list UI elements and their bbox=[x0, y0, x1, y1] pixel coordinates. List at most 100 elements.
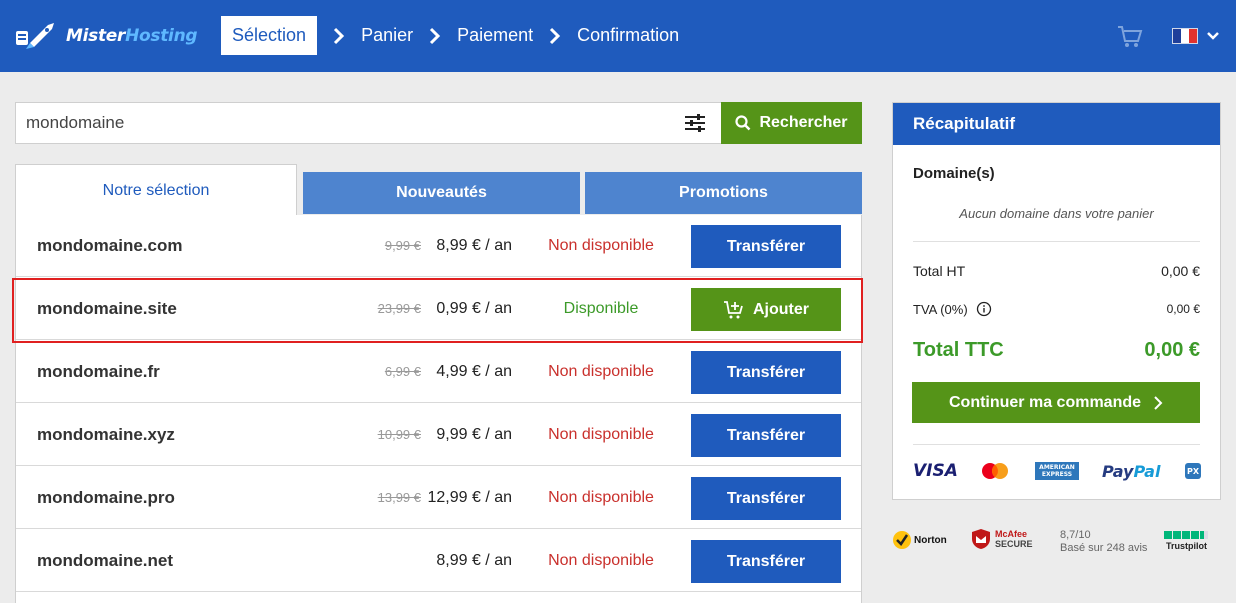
continue-order-button[interactable]: Continuer ma commande bbox=[912, 382, 1200, 423]
mcafee-line2: SECURE bbox=[995, 539, 1033, 549]
trustpilot-badge[interactable]: Trustpilot bbox=[1164, 531, 1209, 551]
tab-promotions[interactable]: Promotions bbox=[585, 172, 862, 214]
info-icon[interactable] bbox=[976, 301, 992, 317]
domain-row: mondomaine.pro 13,99 € 12,99 € / an Non … bbox=[16, 467, 861, 529]
transfer-button-label: Transférer bbox=[726, 237, 806, 255]
tva-value: 0,00 € bbox=[1166, 302, 1200, 316]
trustpilot-label: Trustpilot bbox=[1166, 541, 1207, 551]
step-paiement[interactable]: Paiement bbox=[457, 16, 533, 55]
total-ttc-label: Total TTC bbox=[913, 339, 1004, 361]
step-confirmation[interactable]: Confirmation bbox=[577, 16, 679, 55]
old-price: 9,99 € bbox=[384, 238, 421, 253]
cart-icon[interactable] bbox=[1116, 22, 1144, 50]
old-price: 10,99 € bbox=[377, 427, 421, 442]
tva-label: TVA (0%) bbox=[913, 301, 968, 317]
chevron-right-icon bbox=[413, 16, 457, 55]
old-price: 23,99 € bbox=[377, 301, 421, 316]
amex-logo: AMERICAN EXPRESS bbox=[1035, 462, 1079, 480]
domain-row: mondomaine.xyz 10,99 € 9,99 € / an Non d… bbox=[16, 404, 861, 466]
amex-line1: AMERICAN bbox=[1039, 464, 1075, 471]
transfer-button[interactable]: Transférer bbox=[691, 351, 841, 394]
px-logo: PX bbox=[1185, 463, 1201, 479]
availability-status: Non disponible bbox=[548, 426, 654, 443]
transfer-button[interactable]: Transférer bbox=[691, 225, 841, 268]
continue-label: Continuer ma commande bbox=[948, 393, 1142, 411]
order-summary-panel: Récapitulatif Domaine(s) Aucun domaine d… bbox=[892, 102, 1221, 500]
availability-status: Non disponible bbox=[548, 552, 654, 569]
price: 0,99 € / an bbox=[436, 300, 512, 317]
domain-row: mondomaine.net 8,99 € / an Non disponibl… bbox=[16, 530, 861, 592]
visa-logo: VISA bbox=[913, 461, 958, 481]
paypal-part1: Pay bbox=[1102, 461, 1134, 481]
step-selection[interactable]: Sélection bbox=[221, 16, 318, 55]
tab-nouveautes[interactable]: Nouveautés bbox=[303, 172, 580, 214]
transfer-button-label: Transférer bbox=[726, 552, 806, 570]
search-box bbox=[15, 102, 721, 144]
domain-row: mondomaine.com 9,99 € 8,99 € / an Non di… bbox=[16, 215, 861, 277]
price: 8,99 € / an bbox=[436, 552, 512, 569]
tab-notre-selection[interactable]: Notre sélection bbox=[15, 164, 297, 216]
brand-logo[interactable]: MisterHosting bbox=[14, 20, 198, 52]
domain-name: mondomaine.xyz bbox=[37, 425, 175, 444]
search-button[interactable]: Rechercher bbox=[721, 102, 862, 144]
norton-badge: Norton bbox=[892, 530, 947, 550]
filter-sliders-icon[interactable] bbox=[684, 113, 706, 133]
availability-status: Non disponible bbox=[548, 237, 654, 254]
checkmark-icon bbox=[893, 531, 911, 549]
transfer-button[interactable]: Transférer bbox=[691, 477, 841, 520]
shield-icon bbox=[972, 529, 990, 549]
domain-name: mondomaine.pro bbox=[37, 488, 175, 507]
chevron-right-icon bbox=[317, 16, 361, 55]
brand-name: MisterHosting bbox=[66, 26, 198, 46]
summary-title: Récapitulatif bbox=[893, 103, 1220, 145]
mcafee-badge: McAfee SECURE bbox=[971, 528, 1033, 550]
total-ht-value: 0,00 € bbox=[1161, 263, 1200, 279]
mcafee-line1: McAfee bbox=[995, 529, 1028, 539]
total-ttc-value: 0,00 € bbox=[1144, 339, 1200, 361]
domain-search-input[interactable] bbox=[26, 103, 666, 143]
domains-label: Domaine(s) bbox=[913, 165, 995, 182]
rocket-server-icon bbox=[16, 23, 54, 49]
transfer-button[interactable]: Transférer bbox=[691, 414, 841, 457]
trustpilot-stars-icon bbox=[1164, 531, 1209, 539]
empty-cart-text: Aucun domaine dans votre panier bbox=[959, 206, 1154, 221]
mcafee-text: McAfee SECURE bbox=[995, 529, 1033, 549]
chevron-down-icon[interactable] bbox=[1206, 28, 1220, 44]
add-cart-icon bbox=[724, 300, 743, 318]
availability-status: Non disponible bbox=[548, 363, 654, 380]
domain-name: mondomaine.com bbox=[37, 236, 183, 255]
mastercard-logo bbox=[982, 463, 1008, 479]
add-button-label: Ajouter bbox=[753, 300, 809, 318]
search-button-label: Rechercher bbox=[759, 114, 848, 131]
search-icon bbox=[735, 115, 751, 131]
transfer-button-label: Transférer bbox=[726, 489, 806, 507]
domain-name: mondomaine.site bbox=[37, 299, 177, 318]
price: 8,99 € / an bbox=[436, 237, 512, 254]
rating-score: 8,7/10 bbox=[1060, 529, 1091, 541]
tva-row: TVA (0%) bbox=[913, 301, 992, 317]
chevron-right-icon bbox=[1154, 395, 1163, 410]
transfer-button[interactable]: Transférer bbox=[691, 540, 841, 583]
price: 9,99 € / an bbox=[436, 426, 512, 443]
divider bbox=[913, 241, 1200, 242]
divider bbox=[913, 444, 1200, 445]
checkout-steps: Sélection Panier Paiement Confirmation bbox=[221, 16, 679, 55]
step-panier[interactable]: Panier bbox=[361, 16, 413, 55]
brand-name-part1: Mister bbox=[66, 26, 126, 46]
availability-status: Disponible bbox=[563, 300, 639, 317]
domain-results-list: mondomaine.com 9,99 € 8,99 € / an Non di… bbox=[15, 215, 862, 603]
add-to-cart-button[interactable]: Ajouter bbox=[691, 288, 841, 331]
amex-line2: EXPRESS bbox=[1041, 471, 1073, 478]
domain-name: mondomaine.fr bbox=[37, 362, 160, 381]
price: 4,99 € / an bbox=[436, 363, 512, 380]
price: 12,99 € / an bbox=[427, 489, 512, 506]
old-price: 13,99 € bbox=[377, 490, 421, 505]
paypal-part2: Pal bbox=[1133, 461, 1161, 481]
rating-reviews: Basé sur 248 avis bbox=[1060, 542, 1148, 554]
availability-status: Non disponible bbox=[548, 489, 654, 506]
old-price: 6,99 € bbox=[384, 364, 421, 379]
french-flag-icon[interactable] bbox=[1172, 28, 1198, 44]
transfer-button-label: Transférer bbox=[726, 426, 806, 444]
domain-row: mondomaine.fr 6,99 € 4,99 € / an Non dis… bbox=[16, 341, 861, 403]
chevron-right-icon bbox=[533, 16, 577, 55]
